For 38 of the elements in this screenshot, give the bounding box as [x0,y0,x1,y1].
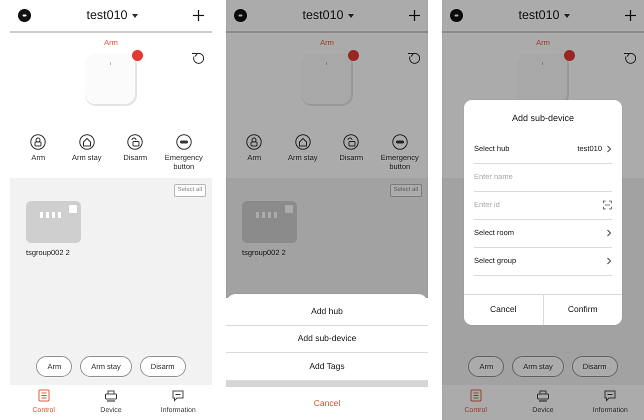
printer-icon [536,389,550,402]
list-icon [468,389,483,402]
chevron-icon [606,257,612,265]
hub-selector[interactable]: test010 [518,6,570,25]
padlock-icon [246,134,262,150]
add-icon[interactable] [192,10,204,21]
house-icon [78,134,95,150]
refresh-icon[interactable] [623,52,636,65]
refresh-icon[interactable] [407,52,420,65]
checkbox[interactable] [285,205,293,213]
printer-icon [104,389,118,402]
notification-dot [348,50,359,61]
avatar-icon[interactable] [18,9,31,22]
scan-icon[interactable] [603,200,612,210]
house-icon [294,134,311,150]
message-icon [171,389,186,402]
hub-selector[interactable]: test010 [86,6,138,25]
dialog-button[interactable]: Cancel [464,294,542,324]
checkbox[interactable] [69,205,77,213]
refresh-icon[interactable] [191,52,204,65]
avatar-icon[interactable] [450,9,463,22]
chevron-icon [606,229,612,237]
message-icon [603,389,618,402]
notification-dot [564,50,575,61]
menu-item[interactable]: Add hub [226,298,428,326]
dialog-title: Add sub-device [510,112,576,125]
chevron-icon [606,145,612,153]
list-icon [36,389,51,402]
caret-icon [348,14,354,18]
avatar-icon[interactable] [234,9,247,22]
hub-selector[interactable]: test010 [302,6,354,25]
padlock-icon [30,134,46,150]
dialog-button[interactable]: Confirm [542,294,622,324]
caret-icon [564,14,570,18]
caret-icon [132,14,138,18]
add-icon[interactable] [624,10,636,21]
add-icon[interactable] [408,10,420,21]
notification-dot [132,50,143,61]
